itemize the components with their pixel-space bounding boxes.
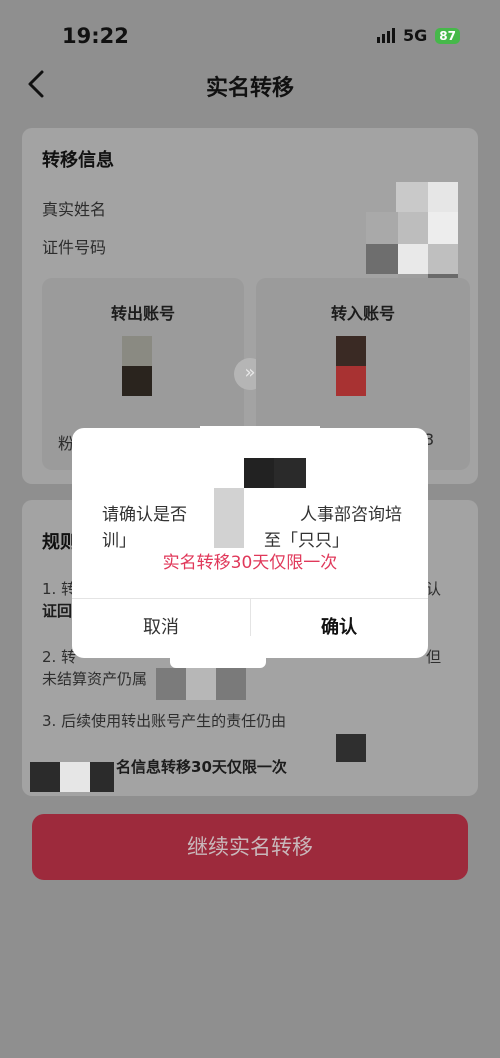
rule-4-redaction-2 bbox=[60, 762, 90, 792]
rule-redaction-3 bbox=[216, 668, 246, 700]
dialog-warning: 实名转移30天仅限一次 bbox=[162, 553, 338, 573]
rule-4-redaction-3 bbox=[90, 762, 114, 792]
rule-3: 3. 后续使用转出账号产生的责任仍由 bbox=[42, 712, 287, 730]
confirm-button[interactable]: 确认 bbox=[250, 598, 428, 658]
rule-3-redaction bbox=[336, 734, 366, 762]
rule-redaction-2 bbox=[186, 668, 216, 700]
transfer-info-title: 转移信息 bbox=[42, 150, 114, 171]
rule-1-line2: 证回 bbox=[42, 602, 73, 620]
network-type: 5G bbox=[403, 26, 428, 45]
rule-2-line2: 未结算资产仍属 bbox=[42, 670, 148, 688]
continue-transfer-button[interactable]: 继续实名转移 bbox=[32, 814, 468, 880]
rule-redaction bbox=[156, 668, 186, 700]
dialog-text-1a: 请确认是否 bbox=[102, 505, 187, 525]
dialog-text-1b: 人事部咨询培 bbox=[300, 505, 402, 525]
page-title: 实名转移 bbox=[205, 76, 294, 101]
rule-2-end: 但 bbox=[426, 648, 442, 666]
id-number-label: 证件号码 bbox=[42, 238, 107, 257]
rule-1: 1. 转 bbox=[42, 580, 77, 598]
to-account-title: 转入账号 bbox=[330, 304, 395, 323]
real-name-label: 真实姓名 bbox=[42, 200, 107, 219]
to-avatar-mosaic-lower bbox=[336, 366, 366, 396]
battery-icon: 87 bbox=[435, 27, 460, 44]
from-avatar-mosaic-lower bbox=[122, 366, 152, 396]
from-avatar-mosaic bbox=[122, 336, 152, 366]
from-account-title: 转出账号 bbox=[110, 304, 175, 323]
signal-icon bbox=[377, 28, 396, 43]
rule-2: 2. 转 bbox=[42, 648, 77, 666]
rule-1-end: 认 bbox=[426, 580, 442, 598]
rule-4: 名信息转移30天仅限一次 bbox=[116, 758, 287, 776]
rule-4-redaction bbox=[30, 762, 60, 792]
to-avatar-mosaic bbox=[336, 336, 366, 366]
status-time: 19:22 bbox=[62, 24, 129, 48]
status-indicators: 5G 87 bbox=[377, 26, 460, 45]
